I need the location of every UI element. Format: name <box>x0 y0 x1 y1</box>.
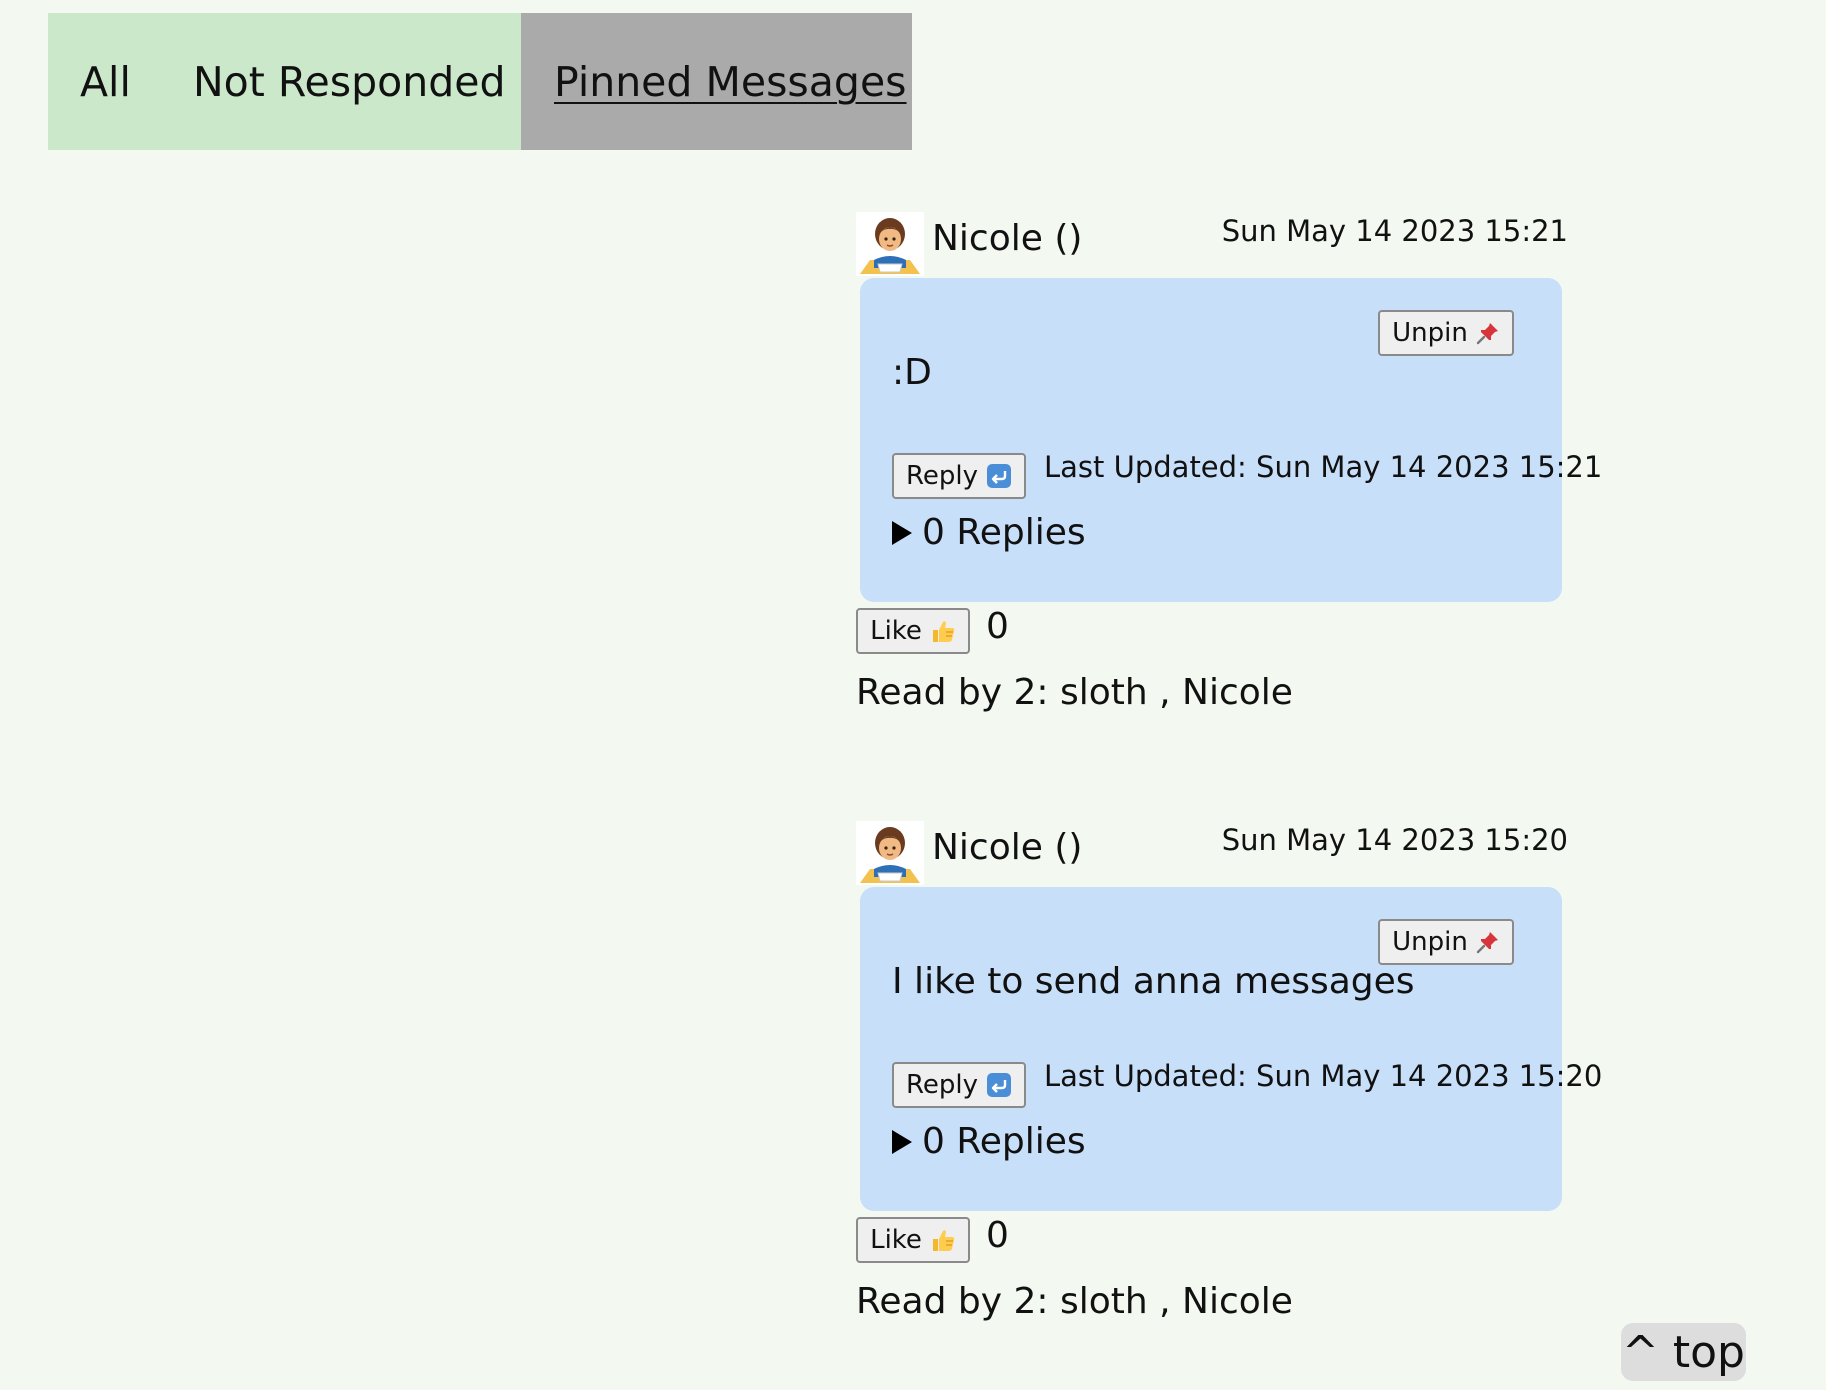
message-text: I like to send anna messages <box>892 961 1415 1002</box>
message-author: Nicole () <box>932 218 1083 259</box>
tab-not-responded-label: Not Responded <box>193 57 506 106</box>
message-card: Nicole () Sun May 14 2023 15:20 Unpin I … <box>856 821 1602 1322</box>
message-bubble: Unpin I like to send anna messages Reply… <box>860 887 1602 1211</box>
unpin-button[interactable]: Unpin <box>1378 310 1514 356</box>
like-button-label: Like <box>870 616 922 646</box>
read-by-text: Read by 2: sloth , Nicole <box>856 1281 1293 1322</box>
scroll-to-top-button[interactable]: ^ top <box>1621 1323 1746 1381</box>
message-bubble: Unpin :D Reply Last Updated: Sun May 14 … <box>860 278 1602 602</box>
return-arrow-icon <box>986 1072 1012 1098</box>
like-row: Like 0 <box>856 1215 1568 1271</box>
last-updated-text: Last Updated: Sun May 14 2023 15:21 <box>1044 450 1603 484</box>
message-filter-tabs: All Not Responded Pinned Messages <box>48 13 912 150</box>
like-count: 0 <box>986 606 1009 647</box>
thumbs-up-icon <box>930 618 956 644</box>
like-button[interactable]: Like <box>856 608 970 654</box>
message-text: :D <box>892 352 932 393</box>
student-avatar-icon <box>856 821 924 885</box>
unpin-button[interactable]: Unpin <box>1378 919 1514 965</box>
message-header: Nicole () Sun May 14 2023 15:20 <box>856 821 1568 887</box>
replies-toggle[interactable]: 0 Replies <box>892 1121 1086 1162</box>
reply-button-label: Reply <box>905 461 978 491</box>
return-arrow-icon <box>986 463 1012 489</box>
message-card: Nicole () Sun May 14 2023 15:21 Unpin :D… <box>856 212 1602 713</box>
triangle-right-icon <box>892 1129 912 1154</box>
tab-not-responded[interactable]: Not Responded <box>193 13 521 150</box>
reply-button[interactable]: Reply <box>892 453 1026 499</box>
pushpin-icon <box>1476 930 1500 954</box>
reply-button[interactable]: Reply <box>892 1062 1026 1108</box>
replies-count: 0 Replies <box>922 512 1086 553</box>
tab-all[interactable]: All <box>48 13 193 150</box>
like-row: Like 0 <box>856 606 1568 662</box>
unpin-button-label: Unpin <box>1392 318 1468 348</box>
message-author: Nicole () <box>932 827 1083 868</box>
tab-all-label: All <box>80 57 131 106</box>
like-button[interactable]: Like <box>856 1217 970 1263</box>
last-updated-text: Last Updated: Sun May 14 2023 15:20 <box>1044 1059 1603 1093</box>
like-button-label: Like <box>870 1225 922 1255</box>
message-timestamp: Sun May 14 2023 15:20 <box>1221 823 1568 857</box>
replies-toggle[interactable]: 0 Replies <box>892 512 1086 553</box>
reply-button-label: Reply <box>905 1070 978 1100</box>
student-avatar-icon <box>856 212 924 276</box>
replies-count: 0 Replies <box>922 1121 1086 1162</box>
unpin-button-label: Unpin <box>1392 927 1468 957</box>
triangle-right-icon <box>892 520 912 545</box>
read-by-text: Read by 2: sloth , Nicole <box>856 672 1293 713</box>
like-count: 0 <box>986 1215 1009 1256</box>
tab-pinned-messages-label: Pinned Messages <box>554 57 907 106</box>
thumbs-up-icon <box>930 1227 956 1253</box>
tab-pinned-messages[interactable]: Pinned Messages <box>521 13 912 150</box>
message-timestamp: Sun May 14 2023 15:21 <box>1221 214 1568 248</box>
pushpin-icon <box>1476 321 1500 345</box>
scroll-to-top-label: ^ top <box>1622 1326 1745 1378</box>
message-header: Nicole () Sun May 14 2023 15:21 <box>856 212 1568 278</box>
